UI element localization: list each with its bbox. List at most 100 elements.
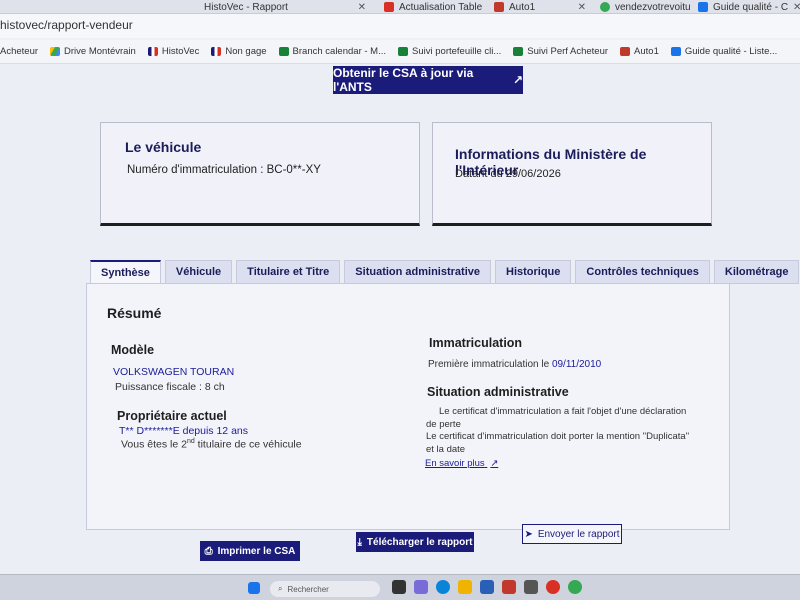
flag-icon xyxy=(211,47,222,56)
button-label: Obtenir le CSA à jour via l'ANTS xyxy=(333,66,474,94)
vehicle-card-title: Le véhicule xyxy=(125,139,202,155)
registration-number: Numéro d'immatriculation : BC-0**-XY xyxy=(127,164,321,176)
learn-more-label: En savoir plus xyxy=(425,458,485,469)
external-link-icon: ↗ xyxy=(490,458,499,469)
task-view-icon[interactable] xyxy=(392,580,406,594)
bookmark-label: Branch calendar - M... xyxy=(292,46,387,57)
search-placeholder: Rechercher xyxy=(287,584,329,594)
widgets-icon[interactable] xyxy=(414,580,428,594)
page-content: Obtenir le CSA à jour via l'ANTS ↗ Le vé… xyxy=(0,64,800,574)
tab-historique[interactable]: Historique xyxy=(495,260,572,284)
bookmark-drive[interactable]: Drive Montévrain xyxy=(50,46,136,57)
model-heading: Modèle xyxy=(111,343,155,357)
browser-tab-strip: HistoVec - Rapport ✕ Actualisation Table… xyxy=(0,0,800,14)
external-link-icon: ↗ xyxy=(512,73,523,87)
first-registration-label: Première immatriculation le xyxy=(428,359,552,370)
download-report-button[interactable]: ⤓ Télécharger le rapport xyxy=(356,532,474,552)
send-report-button[interactable]: ➤ Envoyer le rapport xyxy=(522,524,622,544)
close-icon[interactable]: ✕ xyxy=(793,2,800,13)
tab-title: Auto1 xyxy=(509,1,536,13)
sheets-icon xyxy=(513,47,524,56)
bookmark-non-gage[interactable]: Non gage xyxy=(211,46,267,57)
bookmark-guide-qualite[interactable]: Guide qualité - Liste... xyxy=(670,46,778,57)
owner-rank-suffix: titulaire de ce véhicule xyxy=(194,438,302,451)
chrome-icon[interactable] xyxy=(568,580,582,594)
ministry-date: Datant du 29/06/2026 xyxy=(455,168,561,180)
tab-synthese[interactable]: Synthèse xyxy=(90,260,161,284)
bookmark-auto1[interactable]: Auto1 xyxy=(620,46,659,57)
first-registration: Première immatriculation le 09/11/2010 xyxy=(428,359,601,370)
bookmark-label: Suivi Perf Acheteur xyxy=(527,46,609,57)
admin-heading: Situation administrative xyxy=(427,385,569,399)
tab-title: Guide qualité - C xyxy=(713,1,789,13)
learn-more-link[interactable]: En savoir plus ↗ xyxy=(425,458,498,469)
bookmark-histovec[interactable]: HistoVec xyxy=(147,46,200,57)
browser-tab-actualisation[interactable]: Actualisation Table xyxy=(380,0,488,14)
opera-icon[interactable] xyxy=(546,580,560,594)
drive-icon xyxy=(50,47,61,56)
download-icon: ⤓ xyxy=(357,536,362,548)
fiscal-power: Puissance fiscale : 8 ch xyxy=(115,381,225,393)
windows-start-icon[interactable] xyxy=(248,582,260,594)
gmail-icon xyxy=(384,2,394,12)
model-name: VOLKSWAGEN TOURAN xyxy=(113,366,235,378)
summary-heading: Résumé xyxy=(107,305,162,321)
app-icon[interactable] xyxy=(502,580,516,594)
browser-tab-auto1[interactable]: Auto1 ✕ xyxy=(490,0,590,14)
browser-tab-histovec[interactable]: HistoVec - Rapport ✕ xyxy=(200,0,370,14)
bookmark-label: Suivi portefeuille cli... xyxy=(412,46,502,57)
doc-icon xyxy=(698,2,708,12)
bookmark-branch-calendar[interactable]: Branch calendar - M... xyxy=(278,46,387,57)
button-label: Imprimer le CSA xyxy=(217,545,296,557)
bookmark-suivi-perf[interactable]: Suivi Perf Acheteur xyxy=(513,46,608,57)
taskbar: ⌕ Rechercher xyxy=(0,574,800,600)
owner-rank-prefix: Vous êtes le 2 xyxy=(121,438,187,451)
browser-tab-vendezvotrevoiture[interactable]: vendezvotrevoitu ✕ xyxy=(596,0,690,14)
tab-kilometrage[interactable]: Kilométrage xyxy=(713,260,800,284)
tab-titulaire[interactable]: Titulaire et Titre xyxy=(236,260,341,284)
search-icon: ⌕ xyxy=(278,584,283,593)
edge-icon[interactable] xyxy=(436,580,450,594)
tab-vehicule[interactable]: Véhicule xyxy=(164,260,233,284)
admin-line-3: Le certificat d'immatriculation doit por… xyxy=(426,431,690,442)
send-icon: ➤ xyxy=(524,528,533,540)
bookmark-label: Acheteur xyxy=(0,46,39,57)
bookmarks-bar: Acheteur Drive Montévrain HistoVec Non g… xyxy=(0,40,800,64)
bookmark-label: Non gage xyxy=(225,46,267,57)
bookmark-suivi-portefeuille[interactable]: Suivi portefeuille cli... xyxy=(398,46,501,57)
bookmark-label: Guide qualité - Liste... xyxy=(684,46,778,57)
location-icon xyxy=(600,2,610,12)
auto1-icon xyxy=(494,2,504,12)
url-text: histovec/rapport-vendeur xyxy=(0,18,133,32)
print-csa-button[interactable]: ⎙ Imprimer le CSA xyxy=(200,541,300,561)
tab-title: vendezvotrevoitu xyxy=(615,1,690,13)
tab-controles-techniques[interactable]: Contrôles techniques xyxy=(575,260,710,284)
owner-rank: Vous êtes le 2nd titulaire de ce véhicul… xyxy=(121,438,302,451)
printer-icon: ⎙ xyxy=(204,545,213,557)
taskbar-search[interactable]: ⌕ Rechercher xyxy=(270,581,380,597)
tab-title: HistoVec - Rapport xyxy=(204,1,288,13)
bookmark-acheteur[interactable]: Acheteur xyxy=(0,46,38,57)
get-csa-button[interactable]: Obtenir le CSA à jour via l'ANTS ↗ xyxy=(333,66,523,94)
ministry-card: Informations du Ministère de l'Intérieur… xyxy=(432,122,712,226)
close-icon[interactable]: ✕ xyxy=(578,2,586,13)
file-explorer-icon[interactable] xyxy=(458,580,472,594)
tab-situation-administrative[interactable]: Situation administrative xyxy=(344,260,491,284)
owner-name: T** D*******E depuis 12 ans xyxy=(119,425,248,437)
browser-tab-guide[interactable]: Guide qualité - C ✕ xyxy=(694,0,800,14)
button-label: Envoyer le rapport xyxy=(537,528,620,540)
auto1-icon xyxy=(620,47,631,56)
bookmark-label: HistoVec xyxy=(161,46,200,57)
summary-panel: Résumé Modèle VOLKSWAGEN TOURAN Puissanc… xyxy=(86,283,730,530)
store-icon[interactable] xyxy=(480,580,494,594)
admin-line-2: de perte xyxy=(426,419,461,430)
owner-rank-sup: nd xyxy=(186,438,195,445)
address-bar[interactable]: histovec/rapport-vendeur xyxy=(0,14,800,38)
tab-title: Actualisation Table xyxy=(399,1,483,13)
button-label: Télécharger le rapport xyxy=(366,536,473,548)
bookmark-label: Auto1 xyxy=(634,46,659,57)
doc-icon xyxy=(670,47,681,56)
app-icon[interactable] xyxy=(524,580,538,594)
owner-heading: Propriétaire actuel xyxy=(117,409,227,423)
close-icon[interactable]: ✕ xyxy=(358,2,366,13)
